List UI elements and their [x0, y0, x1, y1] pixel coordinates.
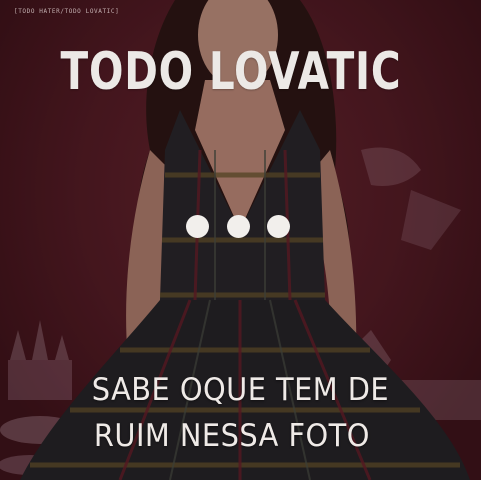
caption-line-2: RUIM NESSA FOTO — [93, 418, 370, 454]
page-title: TODO LOVATIC — [60, 42, 402, 102]
dot-icon — [226, 214, 250, 238]
dot-icon — [267, 214, 290, 238]
photo-frame: [TODO HATER/TODO LOVATIC] TODO LOVATIC S… — [0, 0, 481, 480]
ellipsis-dots — [186, 212, 290, 240]
dot-icon — [186, 214, 209, 238]
caption-line-1: SABE OQUE TEM DE — [91, 372, 390, 408]
credit-text: [TODO HATER/TODO LOVATIC] — [14, 8, 120, 15]
